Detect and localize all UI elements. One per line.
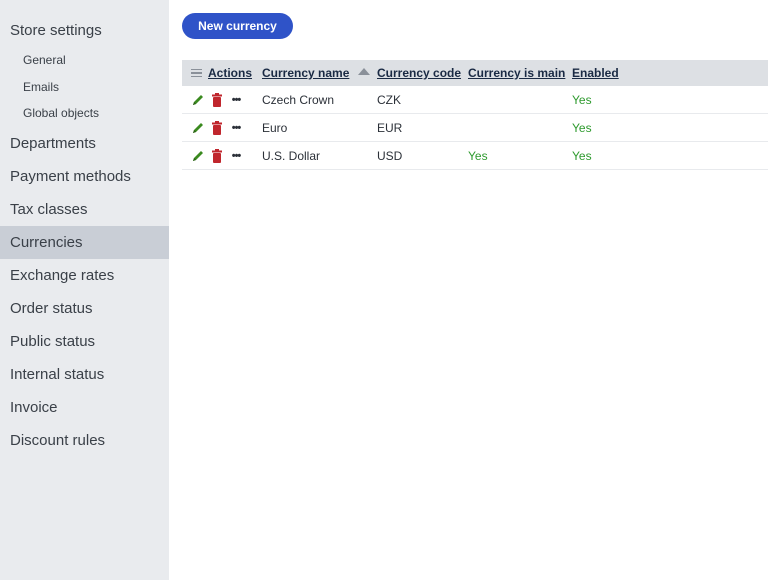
sidebar-item-tax-classes[interactable]: Tax classes (0, 193, 169, 226)
sidebar-item-invoice[interactable]: Invoice (0, 391, 169, 424)
column-header-actions-label[interactable]: Actions (208, 66, 252, 80)
column-header-currency-name-label: Currency name (262, 66, 350, 80)
row-actions: ••• (182, 92, 262, 107)
cell-enabled: Yes (572, 120, 592, 135)
cell-currency-name: Euro (262, 120, 288, 135)
column-header-currency-name[interactable]: Currency name (262, 66, 377, 80)
row-actions: ••• (182, 120, 262, 135)
cell-currency-code: CZK (377, 92, 401, 107)
sidebar-subitem-general[interactable]: General (0, 47, 169, 74)
cell-currency-name: Czech Crown (262, 92, 335, 107)
app-root: Store settings General Emails Global obj… (0, 0, 768, 580)
sidebar-item-departments[interactable]: Departments (0, 127, 169, 160)
sidebar-item-discount-rules[interactable]: Discount rules (0, 424, 169, 457)
sidebar-item-public-status[interactable]: Public status (0, 325, 169, 358)
pencil-icon[interactable] (191, 149, 205, 163)
column-header-currency-is-main[interactable]: Currency is main (468, 66, 572, 80)
main-content: New currency Actions Currency name Curre… (169, 0, 768, 580)
sidebar-item-exchange-rates[interactable]: Exchange rates (0, 259, 169, 292)
table-header: Actions Currency name Currency code Curr… (182, 60, 768, 86)
table-row: ••• Czech Crown CZK Yes (182, 86, 768, 114)
row-actions: ••• (182, 148, 262, 163)
cell-currency-is-main: Yes (468, 148, 488, 163)
sidebar-subitem-emails[interactable]: Emails (0, 74, 169, 101)
ellipsis-icon[interactable]: ••• (229, 93, 243, 107)
trash-icon[interactable] (211, 148, 223, 163)
table-row: ••• Euro EUR Yes (182, 114, 768, 142)
pencil-icon[interactable] (191, 121, 205, 135)
pencil-icon[interactable] (191, 93, 205, 107)
cell-currency-name: U.S. Dollar (262, 148, 321, 163)
cell-enabled: Yes (572, 148, 592, 163)
column-header-currency-code[interactable]: Currency code (377, 66, 468, 80)
table-row: ••• U.S. Dollar USD Yes Yes (182, 142, 768, 170)
trash-icon[interactable] (211, 92, 223, 107)
sidebar-item-store-settings[interactable]: Store settings (0, 14, 169, 47)
sidebar: Store settings General Emails Global obj… (0, 0, 169, 580)
sidebar-subitem-global-objects[interactable]: Global objects (0, 100, 169, 127)
sidebar-item-payment-methods[interactable]: Payment methods (0, 160, 169, 193)
new-currency-button[interactable]: New currency (182, 13, 293, 39)
currencies-table: Actions Currency name Currency code Curr… (182, 60, 768, 170)
sort-ascending-icon (358, 68, 371, 76)
cell-currency-code: USD (377, 148, 403, 163)
ellipsis-icon[interactable]: ••• (229, 149, 243, 163)
cell-currency-code: EUR (377, 120, 403, 135)
sidebar-item-internal-status[interactable]: Internal status (0, 358, 169, 391)
ellipsis-icon[interactable]: ••• (229, 121, 243, 135)
hamburger-menu-icon[interactable] (191, 67, 202, 80)
sidebar-item-currencies[interactable]: Currencies (0, 225, 169, 259)
trash-icon[interactable] (211, 120, 223, 135)
column-header-enabled[interactable]: Enabled (572, 66, 672, 80)
cell-enabled: Yes (572, 92, 592, 107)
column-header-actions: Actions (182, 66, 262, 80)
sidebar-item-order-status[interactable]: Order status (0, 292, 169, 325)
